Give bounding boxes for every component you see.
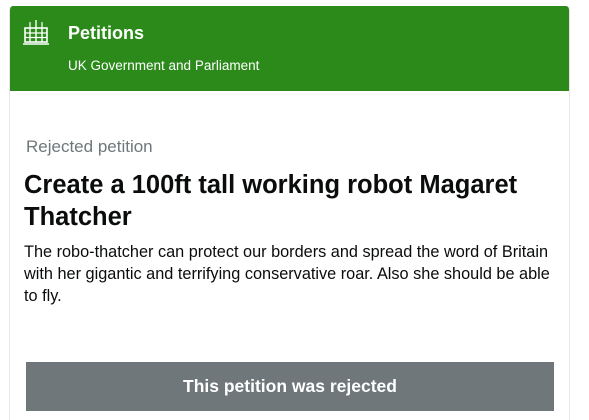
rejected-banner: This petition was rejected	[26, 362, 554, 411]
portcullis-icon	[23, 20, 49, 45]
site-subtitle: UK Government and Parliament	[68, 58, 260, 73]
petition-description: The robo-thatcher can protect our border…	[24, 243, 550, 305]
site-header: Petitions UK Government and Parliament	[10, 6, 569, 91]
petition-card: Petitions UK Government and Parliament R…	[9, 6, 570, 420]
petition-status-label: Rejected petition	[26, 137, 153, 156]
site-title[interactable]: Petitions	[68, 22, 144, 44]
petition-title: Create a 100ft tall working robot Magare…	[24, 171, 518, 231]
